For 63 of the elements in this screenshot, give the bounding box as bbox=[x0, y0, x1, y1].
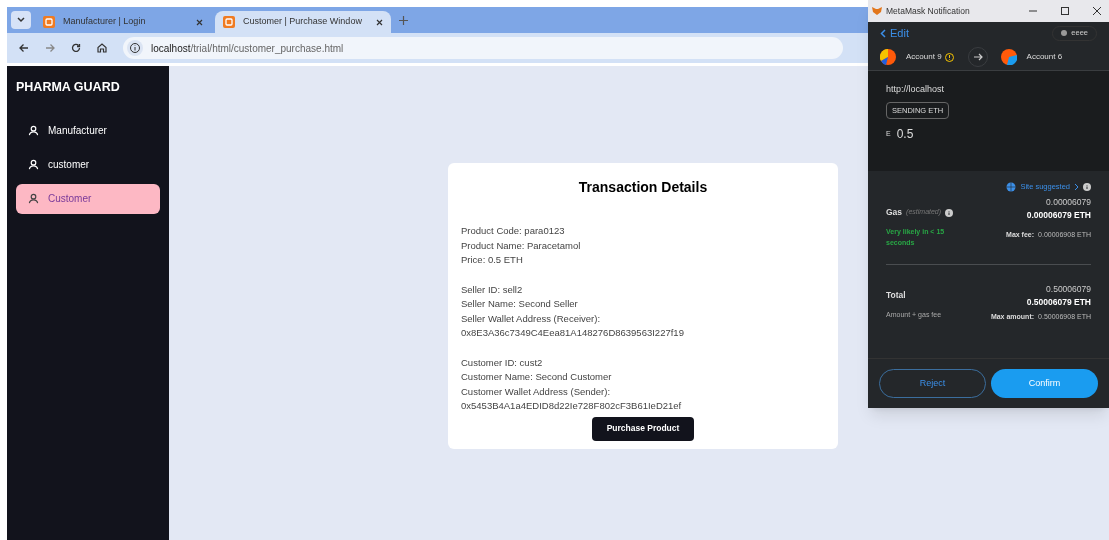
gas-value: 0.00006079 bbox=[1046, 196, 1091, 209]
detail-text: Seller ID: sell2 bbox=[461, 282, 524, 297]
account-avatar-icon bbox=[1000, 49, 1017, 65]
total-label: Total bbox=[886, 289, 907, 302]
detail-text: Product Code: para0123 bbox=[461, 224, 566, 238]
info-icon bbox=[127, 40, 143, 56]
gas-value-eth: 0.00006079 ETH bbox=[1026, 209, 1091, 222]
chevron-down-icon bbox=[17, 17, 25, 23]
forward-arrow-icon[interactable] bbox=[45, 43, 55, 53]
total-value: 0.50006079 bbox=[1046, 283, 1091, 296]
detail-text: 0x8E3A36c7349C4Eea81A148276D8639563I227f19 bbox=[461, 326, 685, 340]
account-name: Account 6 bbox=[1026, 51, 1063, 63]
window-title: MetaMask Notification bbox=[886, 4, 971, 18]
close-icon[interactable] bbox=[376, 18, 383, 26]
reload-icon[interactable] bbox=[71, 43, 81, 53]
tab-title: Customer | Purchase Window bbox=[243, 15, 363, 29]
back-arrow-icon[interactable] bbox=[19, 43, 29, 53]
site-favicon-icon bbox=[43, 16, 55, 28]
site-favicon-icon bbox=[223, 16, 235, 28]
detail-text: Price: 0.5 ETH bbox=[461, 253, 524, 267]
nav-item[interactable]: Customer bbox=[16, 183, 160, 214]
new-tab-icon[interactable] bbox=[399, 16, 408, 25]
detail-text: 0x5453B4A1a4EDID8d22Ie728F802cF3B61IeD21ef bbox=[461, 399, 683, 413]
total-value-eth: 0.50006079 ETH bbox=[1026, 295, 1091, 309]
purchase-button[interactable]: Purchase Product bbox=[592, 416, 694, 441]
close-icon[interactable] bbox=[196, 18, 203, 26]
detail-text: Customer Name: Second Customer bbox=[461, 370, 613, 384]
amount-text: 0.5 bbox=[896, 125, 914, 143]
account-name: Account 9 bbox=[906, 51, 942, 63]
fox-icon bbox=[872, 6, 882, 16]
arrow-right-icon bbox=[967, 47, 988, 67]
user-icon bbox=[28, 193, 39, 205]
chevron-left-icon bbox=[880, 28, 886, 38]
tab-list-button[interactable] bbox=[11, 11, 31, 29]
minimize-icon[interactable] bbox=[1029, 7, 1037, 15]
chevron-right-icon bbox=[1074, 182, 1079, 191]
maximize-icon[interactable] bbox=[1061, 7, 1069, 15]
info-icon bbox=[1083, 182, 1091, 191]
detail-text: Seller Wallet Address (Receiver): bbox=[461, 311, 602, 326]
close-icon[interactable] bbox=[1093, 7, 1101, 15]
address-bar[interactable]: localhost/trial/html/customer_purchase.html bbox=[123, 37, 843, 59]
url-text: localhost/trial/html/customer_purchase.html bbox=[151, 41, 344, 56]
browser-tab[interactable]: Manufacturer | Login bbox=[35, 11, 211, 33]
origin-text: http://localhost bbox=[886, 83, 945, 96]
gas-label: Gas bbox=[886, 206, 903, 219]
tab-title: Manufacturer | Login bbox=[63, 15, 147, 29]
warning-icon bbox=[944, 52, 954, 62]
user-icon bbox=[28, 125, 39, 137]
globe-icon bbox=[1006, 181, 1017, 192]
edit-back-button[interactable]: Edit bbox=[880, 24, 909, 42]
nav-item[interactable]: customer bbox=[16, 149, 160, 180]
nav-item[interactable]: Manufacturer bbox=[16, 115, 160, 146]
info-icon bbox=[945, 208, 954, 217]
home-icon[interactable] bbox=[97, 43, 107, 53]
browser-tab[interactable]: Customer | Purchase Window bbox=[215, 11, 391, 33]
detail-text: Seller Name: Second Seller bbox=[461, 297, 579, 311]
brand-title: PHARMA GUARD bbox=[16, 79, 121, 96]
detail-text: Product Name: Paracetamol bbox=[461, 238, 582, 253]
detail-text: Customer Wallet Address (Sender): bbox=[461, 384, 612, 399]
account-avatar-icon bbox=[880, 49, 896, 65]
card-title: Transaction Details bbox=[577, 178, 709, 197]
detail-text: Customer ID: cust2 bbox=[461, 355, 544, 370]
user-icon bbox=[28, 159, 39, 171]
